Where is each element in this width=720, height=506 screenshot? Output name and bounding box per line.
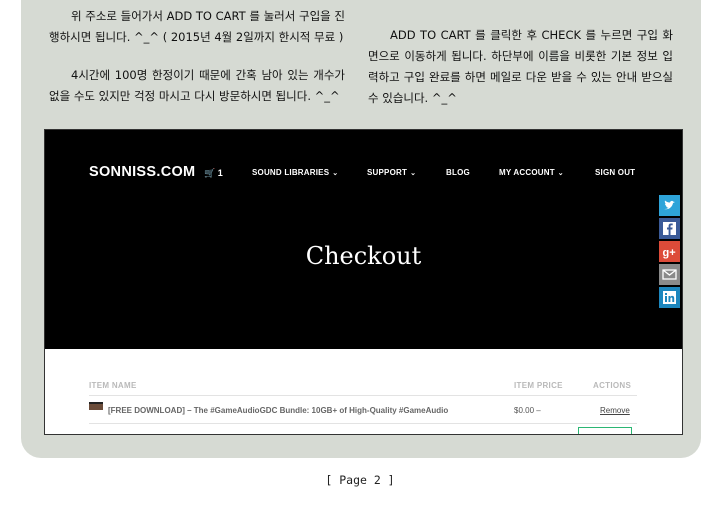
chevron-down-icon: ⌄ — [410, 170, 417, 177]
nav-sound-libraries[interactable]: SOUND LIBRARIES ⌄ — [252, 168, 338, 177]
email-icon — [659, 264, 680, 285]
nav-my-account[interactable]: MY ACCOUNT ⌄ — [499, 168, 564, 177]
nav-sign-out[interactable]: SIGN OUT — [595, 168, 635, 177]
google-plus-icon: g+ — [659, 241, 680, 262]
share-email-button[interactable] — [659, 264, 680, 285]
cart-count: 1 — [217, 168, 223, 178]
share-linkedin-button[interactable] — [659, 287, 680, 308]
product-name[interactable]: [FREE DOWNLOAD] – The #GameAudioGDC Bund… — [108, 406, 448, 415]
column-header-item-name: ITEM NAME — [89, 381, 137, 390]
nav-label: SOUND LIBRARIES — [252, 168, 330, 177]
site-logo[interactable]: SONNISS.COM — [89, 164, 195, 180]
chevron-down-icon: ⌄ — [557, 170, 564, 177]
nav-label: MY ACCOUNT — [499, 168, 555, 177]
column-header-item-price: ITEM PRICE — [514, 381, 563, 390]
cart-link[interactable]: 🛒 1 — [204, 168, 223, 179]
nav-label: SUPPORT — [367, 168, 408, 177]
page-title: Checkout — [305, 242, 422, 270]
remove-link[interactable]: Remove — [600, 406, 630, 415]
article-right-column: ADD TO CART 를 클릭한 후 CHECK 를 누르면 구입 화면으로 … — [368, 25, 673, 109]
cart-icon: 🛒 — [204, 168, 216, 178]
cart-table: ITEM NAME ITEM PRICE ACTIONS [FREE DOWNL… — [45, 349, 682, 434]
svg-text:g+: g+ — [663, 247, 676, 259]
article-paragraph: 위 주소로 들어가서 ADD TO CART 를 눌러서 구입을 진행하시면 됩… — [49, 9, 345, 44]
nav-label: SIGN OUT — [595, 168, 636, 177]
checkout-screenshot: SONNISS.COM 🛒 1 SOUND LIBRARIES ⌄ SUPPORT… — [44, 129, 683, 435]
product-thumbnail — [89, 402, 103, 410]
site-header: SONNISS.COM 🛒 1 SOUND LIBRARIES ⌄ SUPPORT… — [45, 130, 682, 349]
nav-blog[interactable]: BLOG — [446, 168, 470, 177]
divider — [89, 423, 637, 424]
facebook-icon — [659, 218, 680, 239]
linkedin-icon — [659, 287, 680, 308]
checkout-button[interactable] — [578, 427, 632, 434]
article-left-column: 위 주소로 들어가서 ADD TO CART 를 눌러서 구입을 진행하시면 됩… — [49, 6, 345, 107]
share-twitter-button[interactable] — [659, 195, 680, 216]
column-header-actions: ACTIONS — [593, 381, 632, 390]
nav-label: BLOG — [446, 168, 470, 177]
chevron-down-icon: ⌄ — [332, 170, 339, 177]
article-paragraph: 4시간에 100명 한정이기 때문에 간혹 남아 있는 개수가 없을 수도 있지… — [49, 68, 345, 103]
twitter-icon — [659, 195, 680, 216]
page-number: [ Page 2 ] — [325, 473, 395, 487]
share-facebook-button[interactable] — [659, 218, 680, 239]
divider — [89, 395, 637, 396]
product-price: $0.00 – — [514, 406, 541, 415]
nav-support[interactable]: SUPPORT ⌄ — [367, 168, 416, 177]
article-paragraph: ADD TO CART 를 클릭한 후 CHECK 를 누르면 구입 화면으로 … — [368, 28, 673, 105]
share-google-plus-button[interactable]: g+ — [659, 241, 680, 262]
